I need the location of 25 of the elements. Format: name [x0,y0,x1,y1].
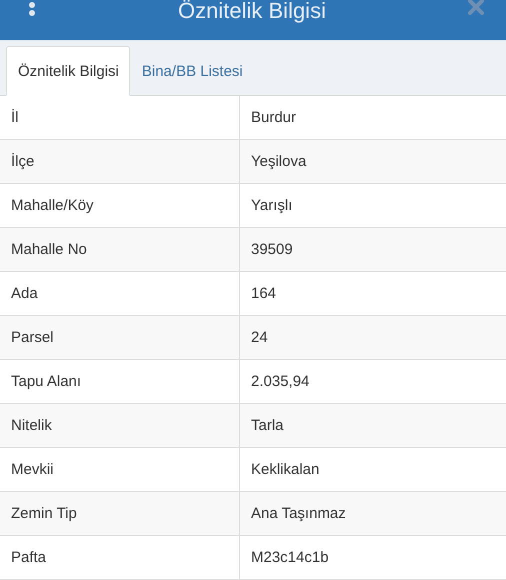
field-label: Pafta [0,536,240,579]
field-label: Nitelik [0,404,240,447]
field-value: Yarışlı [250,196,294,216]
menu-icon[interactable] [28,0,36,16]
field-label: Tapu Alanı [0,360,240,403]
field-value: 2.035,94 [250,372,310,392]
field-label: İl [0,96,240,139]
field-value: Yeşilova [250,152,308,172]
field-value: 164 [250,284,278,304]
field-value: Keklikalan [250,460,320,480]
field-value: Tarla [250,416,285,436]
field-value: 24 [250,328,269,348]
field-label: Mevkii [0,448,240,491]
field-value: Burdur [250,108,298,128]
field-label: Parsel [0,316,240,359]
field-label: Mahalle No [0,228,240,271]
tab[interactable]: Bina/BB Listesi [130,46,254,96]
field-label: İlçe [0,140,240,183]
tab[interactable]: Öznitelik Bilgisi [6,46,130,96]
field-label: Mahalle/Köy [0,184,240,227]
field-value: 39509 [250,240,294,260]
field-label: Ada [0,272,240,315]
field-value: Ana Taşınmaz [250,504,347,524]
field-label: Zemin Tip [0,492,240,535]
field-value: M23c14c1b [250,548,330,568]
